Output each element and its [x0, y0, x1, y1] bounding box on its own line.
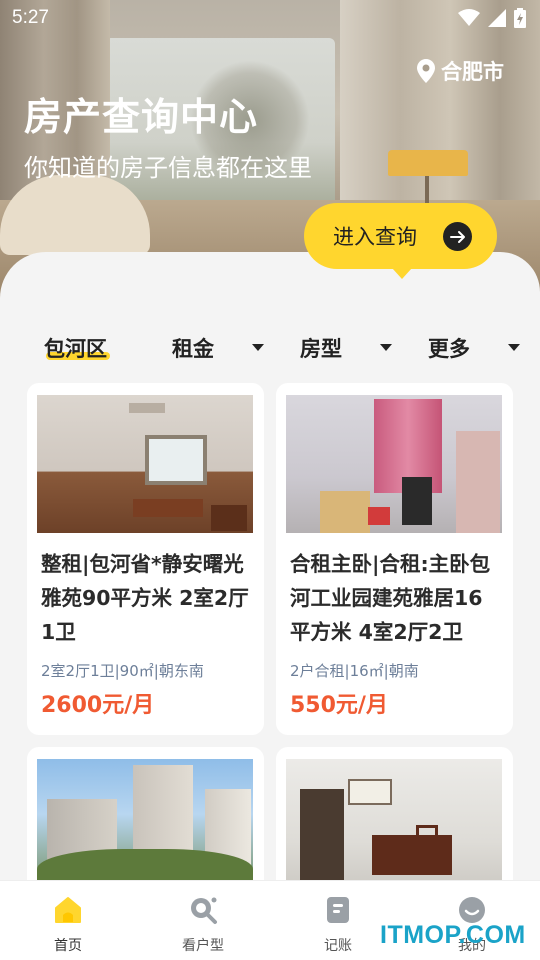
listing-title: 整租|包河省*静安曙光雅苑90平方米 2室2厅1卫 [41, 552, 249, 644]
location-pin-icon [417, 59, 435, 83]
search-icon [191, 897, 217, 924]
listing-price: 550元/月 [290, 693, 388, 718]
filter-rent-label: 租金 [172, 337, 214, 361]
listing-photo [37, 759, 253, 897]
city-selector[interactable]: 合肥市 [417, 56, 504, 86]
signal-icon [488, 9, 506, 27]
battery-icon [514, 8, 526, 28]
status-bar: 5:27 [0, 0, 540, 36]
listing-card[interactable]: 整租|包河省*静安曙光雅苑90平方米 2室2厅1卫 2室2厅1卫|90㎡|朝东南… [27, 383, 264, 735]
nav-label-ledger: 记账 [324, 938, 352, 954]
filter-bar: 包河区 租金 房型 更多 [0, 330, 540, 370]
filter-rent[interactable]: 租金 [172, 330, 214, 366]
photo-cabinet [211, 505, 247, 531]
site-watermark: ITMOP.COM [380, 921, 526, 949]
filter-more-label: 更多 [428, 337, 470, 361]
wifi-icon [458, 9, 480, 26]
enter-query-label: 进入查询 [333, 225, 417, 249]
photo-ceiling-lamp [129, 403, 165, 413]
photo-dining-chair [416, 825, 438, 875]
page-title: 房产查询中心 [24, 95, 259, 139]
listing-meta: 2室2厅1卫|90㎡|朝东南 [41, 662, 204, 680]
layout-caret-down-icon[interactable] [380, 344, 392, 351]
listing-card[interactable]: 合租主卧|合租:主卧包河工业园建苑雅居16平方米 4室2厅2卫 2户合租|16㎡… [276, 383, 513, 735]
photo-wall-painting [348, 779, 392, 805]
status-time: 5:27 [12, 7, 49, 28]
listing-photo [286, 759, 502, 897]
nav-item-home[interactable]: 首页 [28, 881, 108, 960]
photo-chair [402, 477, 432, 525]
filter-more[interactable]: 更多 [428, 330, 470, 366]
filter-district[interactable]: 包河区 [44, 330, 110, 366]
nav-label-home: 首页 [54, 938, 82, 954]
home-icon [55, 897, 81, 923]
listing-meta: 2户合租|16㎡|朝南 [290, 662, 419, 680]
rent-caret-down-icon[interactable] [252, 344, 264, 351]
nav-item-ledger[interactable]: 记账 [298, 881, 378, 960]
photo-dining-table [372, 835, 452, 875]
status-icons [458, 8, 526, 28]
enter-query-button[interactable]: 进入查询 [304, 203, 497, 279]
arrow-right-icon [443, 222, 472, 251]
notebook-icon [327, 897, 349, 923]
listing-title: 合租主卧|合租:主卧包河工业园建苑雅居16平方米 4室2厅2卫 [290, 552, 491, 644]
hero-lamp-art [388, 150, 468, 176]
photo-stool [368, 507, 390, 525]
nav-label-floorplan: 看户型 [182, 938, 224, 954]
filter-district-label: 包河区 [44, 337, 107, 361]
nav-item-floorplan[interactable]: 看户型 [163, 881, 243, 960]
listing-photo [286, 395, 502, 533]
photo-wardrobe [456, 431, 500, 533]
listing-price: 2600元/月 [41, 693, 155, 718]
photo-table [133, 499, 203, 517]
page-subtitle: 你知道的房子信息都在这里 [24, 154, 312, 182]
photo-window [145, 435, 207, 485]
listing-photo [37, 395, 253, 533]
photo-desk [320, 491, 370, 533]
more-caret-down-icon[interactable] [508, 344, 520, 351]
filter-layout-label: 房型 [300, 337, 342, 361]
filter-layout[interactable]: 房型 [300, 330, 342, 366]
city-name: 合肥市 [441, 60, 504, 84]
